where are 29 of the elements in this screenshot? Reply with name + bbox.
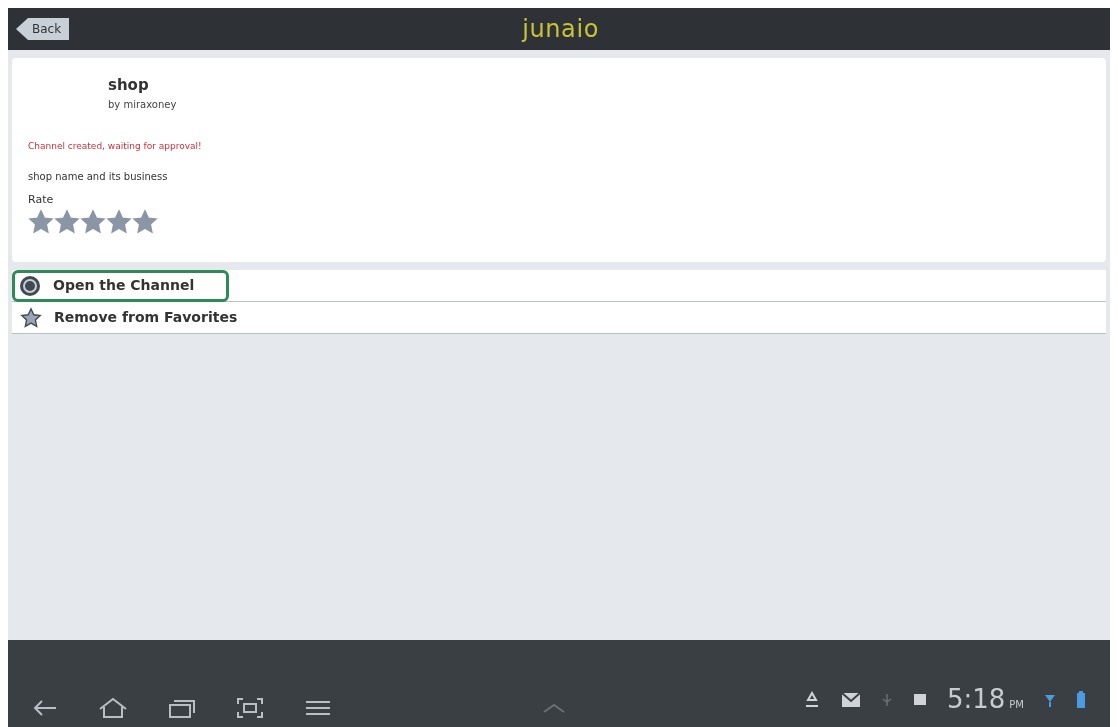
- recent-apps-icon[interactable]: [168, 697, 196, 719]
- star-icon[interactable]: [106, 208, 132, 235]
- star-icon[interactable]: [54, 208, 80, 235]
- globe-icon: [19, 274, 41, 297]
- menu-item[interactable]: Open the Channel: [12, 270, 1106, 302]
- back-arrow-icon[interactable]: [32, 698, 58, 718]
- app-logo: junaio: [522, 14, 599, 45]
- notification-icon[interactable]: [912, 692, 927, 707]
- star-icon: [20, 306, 42, 329]
- rate-label: Rate: [28, 192, 55, 208]
- channel-title: shop: [108, 75, 150, 96]
- status-message: Channel created, waiting for approval!: [28, 139, 203, 153]
- mail-icon[interactable]: [840, 691, 861, 708]
- clock-meridiem: PM: [1009, 698, 1024, 712]
- star-rating[interactable]: [28, 208, 158, 235]
- channel-description: shop name and its business: [28, 170, 169, 184]
- star-icon[interactable]: [80, 208, 106, 235]
- battery-icon: [1076, 690, 1086, 709]
- menu-icon[interactable]: [304, 698, 332, 718]
- star-icon[interactable]: [28, 208, 54, 235]
- menu-label: Remove from Favorites: [54, 308, 238, 327]
- back-button[interactable]: Back: [16, 18, 70, 40]
- clock-time: 5:18: [946, 683, 1006, 716]
- menu-label: Open the Channel: [53, 276, 195, 295]
- menu-item[interactable]: Remove from Favorites: [12, 302, 1106, 334]
- home-icon[interactable]: [98, 697, 128, 719]
- screenshot-icon[interactable]: [236, 697, 264, 719]
- star-icon[interactable]: [132, 208, 158, 235]
- channel-author: by miraxoney: [108, 97, 178, 112]
